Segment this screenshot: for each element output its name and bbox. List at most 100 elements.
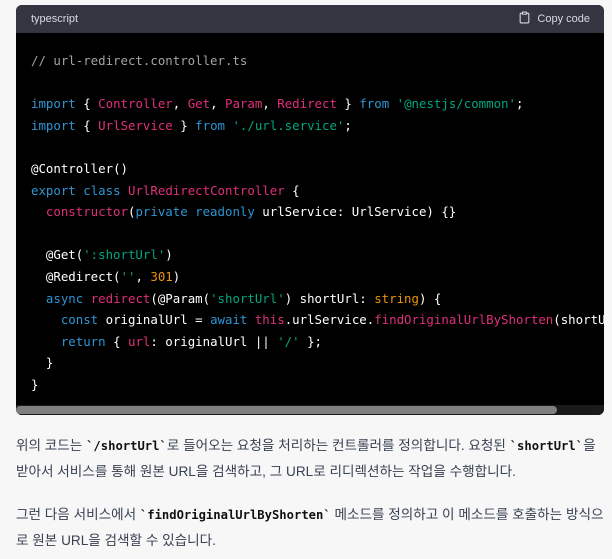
clipboard-icon — [518, 11, 531, 27]
code-token: urlService: UrlService) {} — [254, 204, 457, 220]
code-token: @Controller — [31, 160, 114, 176]
code-token: @Redirect( — [31, 268, 121, 284]
code-token: } — [336, 96, 360, 112]
code-token: UrlService — [98, 117, 173, 133]
code-token: class — [83, 182, 121, 198]
code-token: { — [75, 117, 99, 133]
code-token: , — [172, 96, 188, 112]
code-line: async redirect(@Param('shortUrl') shortU… — [31, 288, 604, 310]
code-token: ) — [172, 268, 181, 284]
code-token: constructor — [45, 204, 128, 220]
paragraph-text: 로 들어오는 요청을 처리하는 컨트롤러를 정의합니다. 요청된 — [166, 438, 510, 453]
code-token: '@nestjs/common' — [396, 96, 516, 112]
code-token: 301 — [150, 268, 173, 284]
code-token: , — [210, 96, 225, 112]
code-line: } — [31, 352, 604, 374]
code-token: ) { — [418, 290, 442, 306]
code-block: typescript Copy code // url-redirect.con… — [16, 5, 604, 415]
code-token: Redirect — [277, 96, 337, 112]
code-token: (@Param( — [150, 290, 211, 306]
code-token: async — [45, 290, 84, 306]
code-token: // url-redirect.controller.ts — [31, 53, 248, 68]
code-content: // url-redirect.controller.ts import { C… — [16, 33, 604, 396]
inline-code: `shortUrl` — [509, 439, 584, 453]
code-token: const — [60, 312, 99, 328]
code-token: '/' — [277, 333, 300, 349]
code-token: () — [113, 160, 128, 176]
code-token: ; — [515, 96, 524, 112]
code-token: ; — [344, 117, 352, 133]
code-body[interactable]: // url-redirect.controller.ts import { C… — [16, 33, 604, 415]
code-token: Param — [225, 96, 263, 112]
code-token: '' — [120, 268, 136, 284]
code-token: readonly — [195, 204, 255, 220]
code-token: } — [172, 117, 196, 133]
code-token: .urlService. — [284, 312, 375, 328]
inline-code: `/shortUrl` — [86, 439, 167, 453]
code-token: } — [31, 355, 54, 371]
copy-code-button[interactable]: Copy code — [518, 11, 590, 27]
code-token: './url.service' — [232, 117, 345, 133]
code-token: string — [374, 290, 419, 306]
code-token: redirect — [90, 290, 151, 306]
code-token: { — [75, 96, 99, 112]
code-token: url — [128, 333, 151, 349]
code-token: Get — [187, 96, 211, 112]
code-line: export class UrlRedirectController { — [31, 180, 604, 202]
code-line: return { url: originalUrl || '/' }; — [31, 331, 604, 353]
code-token: UrlRedirectController — [128, 182, 285, 198]
horizontal-scrollbar[interactable] — [16, 405, 604, 415]
code-token: findOriginalUrlByShorten — [374, 312, 554, 328]
code-token: return — [60, 333, 106, 349]
code-token: , — [135, 268, 151, 284]
copy-code-label: Copy code — [537, 13, 590, 25]
code-token: 'shortUrl' — [210, 290, 285, 306]
code-token: ) — [165, 247, 173, 263]
code-token: }; — [299, 333, 322, 349]
code-token: originalUrl = — [98, 312, 211, 328]
code-token: { — [105, 333, 128, 349]
code-line: @Get(':shortUrl') — [31, 244, 604, 266]
explanation-paragraph-1: 위의 코드는 `/shortUrl`로 들어오는 요청을 처리하는 컨트롤러를 … — [16, 433, 606, 484]
code-line: const originalUrl = await this.urlServic… — [31, 309, 604, 331]
code-token: , — [262, 96, 278, 112]
code-language-label: typescript — [31, 13, 79, 25]
code-token: this — [254, 312, 285, 328]
code-token: Controller — [98, 96, 173, 112]
paragraph-text: 위의 코드는 — [16, 438, 87, 453]
code-token: import — [31, 117, 76, 133]
inline-code: `findOriginalUrlByShorten` — [139, 508, 331, 522]
code-token: : originalUrl || — [150, 333, 278, 349]
code-token: export — [31, 182, 76, 198]
code-line: // url-redirect.controller.ts — [31, 50, 604, 72]
code-token: (shortUrl); — [553, 312, 604, 328]
code-token: private — [135, 204, 188, 220]
code-block-header: typescript Copy code — [16, 5, 604, 33]
code-token: @Get( — [31, 247, 84, 263]
code-token: import — [31, 96, 76, 112]
scrollbar-thumb[interactable] — [16, 406, 557, 414]
code-line: constructor(private readonly urlService:… — [31, 201, 604, 223]
code-line: import { UrlService } from './url.servic… — [31, 115, 604, 137]
code-token: ) shortUrl: — [284, 290, 375, 306]
code-token: ':shortUrl' — [83, 247, 166, 263]
code-line: } — [31, 374, 604, 396]
code-line: import { Controller, Get, Param, Redirec… — [31, 93, 604, 115]
code-token: await — [210, 312, 248, 328]
explanation-paragraph-2: 그런 다음 서비스에서 `findOriginalUrlByShorten` 메… — [16, 502, 606, 553]
code-token: } — [31, 376, 39, 392]
code-token: from — [359, 96, 390, 112]
code-line: @Controller() — [31, 158, 604, 180]
code-token: { — [284, 182, 300, 198]
